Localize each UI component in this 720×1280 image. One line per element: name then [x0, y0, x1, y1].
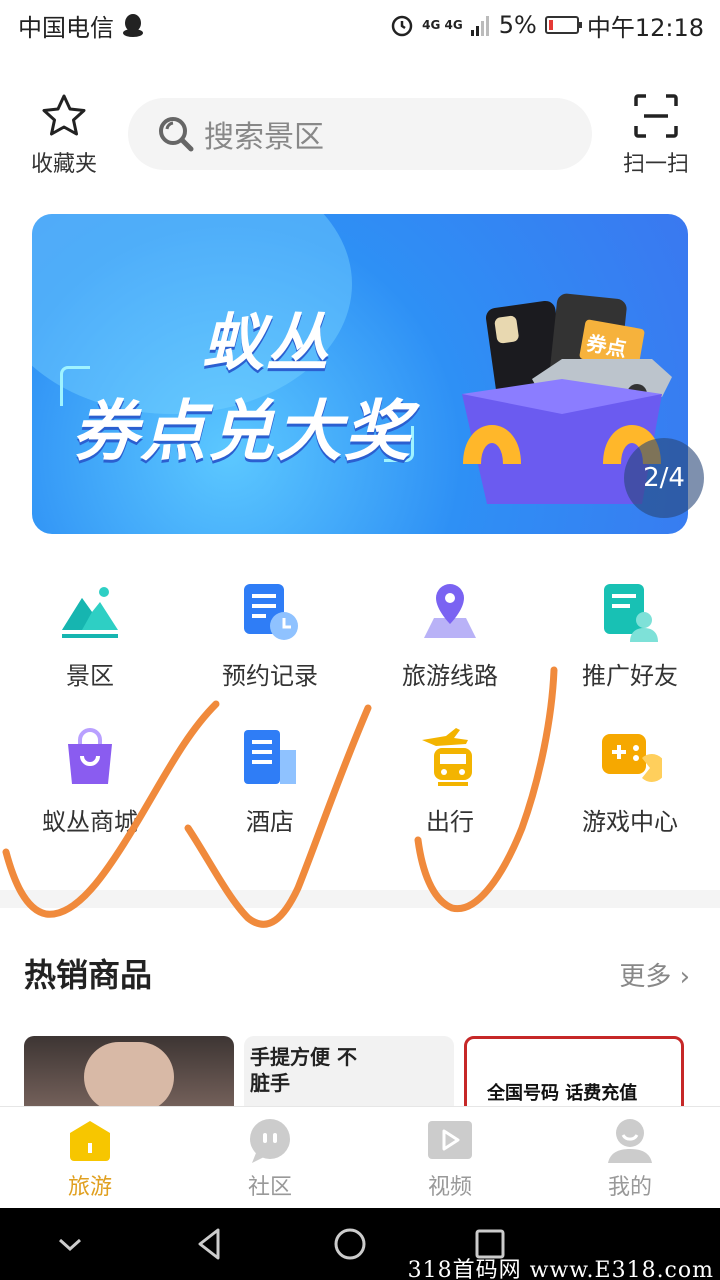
grid-item-invite[interactable]: 推广好友 [540, 580, 720, 726]
tab-label: 旅游 [67, 1175, 112, 1200]
watermark-text: 318首码网 www.E318.com [407, 1258, 714, 1280]
hotel-icon [244, 730, 296, 784]
chat-bubble-icon [250, 1119, 290, 1163]
grid-item-games[interactable]: 游戏中心 [540, 726, 720, 872]
chevron-down-icon[interactable] [52, 1226, 88, 1262]
alarm-icon [391, 15, 413, 37]
tab-label: 社区 [247, 1175, 292, 1200]
grid-label: 出行 [426, 808, 474, 836]
product-card[interactable] [24, 1036, 234, 1108]
product-caption: 全国号码 话费充值 [487, 1083, 638, 1104]
network-indicator: 4G 4G [422, 18, 463, 32]
product-image [84, 1042, 174, 1108]
star-icon [40, 94, 88, 146]
grid-label: 酒店 [246, 808, 294, 836]
scan-icon [634, 94, 678, 138]
hot-products-title: 热销商品 [24, 956, 153, 994]
search-bar[interactable]: 搜索景区 [128, 98, 592, 170]
status-bar: 中国电信 4G 4G 5% 中午12:18 [0, 0, 720, 50]
transport-icon [422, 728, 472, 786]
profile-icon [608, 1119, 652, 1163]
battery-percent: 5% [498, 11, 537, 39]
grid-label: 游戏中心 [582, 808, 678, 836]
home-icon [70, 1121, 110, 1161]
search-icon [159, 117, 194, 152]
grid-item-scenic[interactable]: 景区 [0, 580, 180, 726]
promo-banner[interactable]: 蚁丛 券点兑大奖 券点 [32, 214, 688, 534]
battery-icon [544, 16, 582, 34]
back-icon[interactable] [192, 1226, 228, 1262]
section-divider [0, 890, 720, 908]
more-link[interactable]: 更多 › [619, 956, 690, 993]
tab-label: 我的 [607, 1175, 652, 1200]
grid-label: 景区 [66, 662, 114, 690]
banner-title-main: 券点兑大奖 [72, 393, 412, 470]
bottom-tab-bar: 旅游 社区 视频 我的 [0, 1106, 720, 1208]
grid-item-route[interactable]: 旅游线路 [360, 580, 540, 726]
map-pin-icon [424, 584, 476, 638]
grid-item-travel[interactable]: 出行 [360, 726, 540, 872]
product-list: 手提方便 不脏手 全国号码 话费充值 [24, 1036, 720, 1108]
clock-text: 中午12:18 [586, 13, 704, 42]
product-card[interactable]: 手提方便 不脏手 [244, 1036, 454, 1108]
grid-label: 旅游线路 [402, 662, 498, 690]
scan-label: 扫一扫 [622, 152, 689, 177]
signal-icon [470, 16, 489, 36]
qq-icon [123, 14, 143, 37]
chevron-right-icon: › [679, 962, 690, 992]
booking-record-icon [244, 584, 298, 640]
product-caption: 手提方便 不脏手 [250, 1045, 357, 1095]
grid-label: 蚁丛商城 [42, 808, 138, 836]
video-play-icon [428, 1121, 472, 1159]
invite-friend-icon [604, 584, 658, 642]
grid-item-booking[interactable]: 预约记录 [180, 580, 360, 726]
favorites-button[interactable]: 收藏夹 [24, 92, 104, 178]
carrier-text: 中国电信 [18, 13, 114, 42]
game-icon [602, 734, 662, 782]
tab-community[interactable]: 社区 [180, 1107, 360, 1208]
banner-title-brand: 蚁丛 [202, 306, 331, 379]
banner-pager: 2/4 [624, 438, 704, 518]
more-label: 更多 [619, 962, 672, 992]
tab-label: 视频 [427, 1175, 472, 1200]
tab-travel[interactable]: 旅游 [0, 1107, 180, 1208]
tab-me[interactable]: 我的 [540, 1107, 720, 1208]
top-header: 收藏夹 搜索景区 扫一扫 [0, 88, 720, 188]
grid-item-hotel[interactable]: 酒店 [180, 726, 360, 872]
grid-label: 预约记录 [222, 662, 318, 690]
grid-item-mall[interactable]: 蚁丛商城 [0, 726, 180, 872]
tab-video[interactable]: 视频 [360, 1107, 540, 1208]
home-circle-icon[interactable] [332, 1226, 368, 1262]
grid-label: 推广好友 [582, 662, 678, 690]
scan-button[interactable]: 扫一扫 [616, 92, 696, 178]
search-placeholder: 搜索景区 [204, 120, 324, 155]
product-card[interactable]: 全国号码 话费充值 [464, 1036, 684, 1108]
favorites-label: 收藏夹 [30, 152, 97, 177]
shopping-bag-icon [68, 728, 112, 784]
function-grid: 景区 预约记录 旅游线路 推广好友 蚁丛商城 酒店 出行 游戏中心 [0, 580, 720, 872]
mountain-icon [62, 587, 118, 638]
